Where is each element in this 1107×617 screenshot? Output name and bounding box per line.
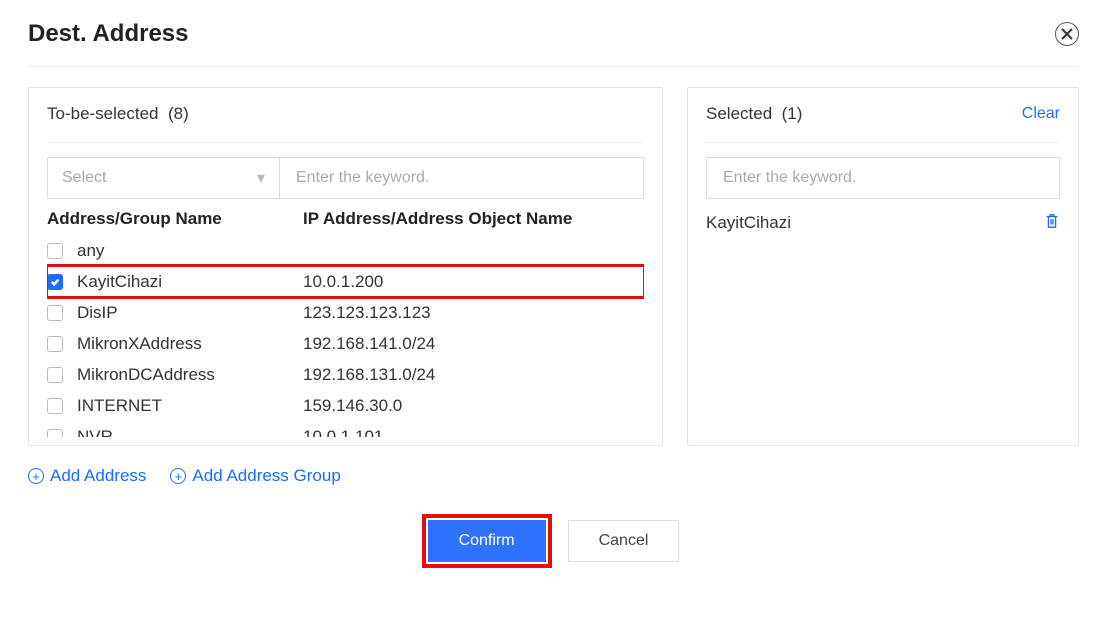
row-checkbox[interactable] — [47, 336, 63, 352]
left-keyword-box[interactable] — [279, 157, 644, 199]
table-row[interactable]: KayitCihazi10.0.1.200 — [47, 266, 644, 297]
checkbox-cell[interactable] — [47, 429, 77, 438]
dest-address-modal: Dest. Address To-be-selected (8) Select … — [0, 0, 1107, 580]
address-list: anyKayitCihazi10.0.1.200DisIP123.123.123… — [47, 235, 644, 437]
table-row[interactable]: INTERNET159.146.30.0 — [47, 390, 644, 421]
row-name: any — [77, 241, 303, 261]
left-column-headers: Address/Group Name IP Address/Address Ob… — [47, 209, 644, 229]
row-ip: 192.168.131.0/24 — [303, 365, 644, 385]
confirm-button[interactable]: Confirm — [428, 520, 546, 562]
add-address-label: Add Address — [50, 466, 146, 486]
col-ip-header: IP Address/Address Object Name — [303, 209, 644, 229]
row-checkbox[interactable] — [47, 243, 63, 259]
row-checkbox[interactable] — [47, 274, 63, 290]
modal-header: Dest. Address — [28, 20, 1079, 67]
close-icon — [1061, 28, 1073, 40]
checkbox-cell[interactable] — [47, 367, 77, 383]
filter-select-placeholder: Select — [62, 169, 106, 187]
modal-footer: Confirm Cancel — [28, 520, 1079, 562]
row-ip: 192.168.141.0/24 — [303, 334, 644, 354]
table-row[interactable]: any — [47, 235, 644, 266]
selected-heading-row: Selected (1) Clear — [706, 104, 1060, 143]
plus-circle-icon: + — [170, 468, 186, 484]
row-name: MikronXAddress — [77, 334, 303, 354]
checkbox-cell[interactable] — [47, 398, 77, 414]
right-filters — [706, 157, 1060, 199]
row-name: MikronDCAddress — [77, 365, 303, 385]
row-name: INTERNET — [77, 396, 303, 416]
checkbox-cell[interactable] — [47, 274, 77, 290]
checkbox-cell[interactable] — [47, 305, 77, 321]
row-name: DisIP — [77, 303, 303, 323]
modal-title: Dest. Address — [28, 20, 189, 48]
clear-button[interactable]: Clear — [1022, 105, 1060, 123]
row-ip: 159.146.30.0 — [303, 396, 644, 416]
row-ip: 10.0.1.101 — [303, 427, 644, 438]
selected-title: Selected (1) — [706, 104, 802, 124]
row-ip: 10.0.1.200 — [303, 272, 644, 292]
to-be-selected-panel: To-be-selected (8) Select ▾ Address/Grou… — [28, 87, 663, 446]
cancel-button[interactable]: Cancel — [568, 520, 680, 562]
selected-item: KayitCihazi — [706, 207, 1060, 239]
left-filters: Select ▾ — [47, 157, 644, 199]
selected-list: KayitCihazi — [706, 207, 1060, 239]
filter-select[interactable]: Select ▾ — [47, 157, 279, 199]
row-ip: 123.123.123.123 — [303, 303, 644, 323]
table-row[interactable]: DisIP123.123.123.123 — [47, 297, 644, 328]
plus-circle-icon: + — [28, 468, 44, 484]
row-checkbox[interactable] — [47, 398, 63, 414]
add-address-button[interactable]: + Add Address — [28, 466, 146, 486]
checkbox-cell[interactable] — [47, 243, 77, 259]
table-row[interactable]: MikronXAddress192.168.141.0/24 — [47, 328, 644, 359]
to-be-selected-heading: To-be-selected (8) — [47, 104, 644, 143]
checkbox-cell[interactable] — [47, 336, 77, 352]
row-name: KayitCihazi — [77, 272, 303, 292]
table-row[interactable]: MikronDCAddress192.168.131.0/24 — [47, 359, 644, 390]
row-checkbox[interactable] — [47, 367, 63, 383]
selected-panel: Selected (1) Clear KayitCihazi — [687, 87, 1079, 446]
row-checkbox[interactable] — [47, 305, 63, 321]
col-name-header: Address/Group Name — [47, 209, 303, 229]
row-checkbox[interactable] — [47, 429, 63, 438]
table-row[interactable]: NVR10.0.1.101 — [47, 421, 644, 437]
row-name: NVR — [77, 427, 303, 438]
to-be-selected-title: To-be-selected (8) — [47, 104, 189, 124]
panels: To-be-selected (8) Select ▾ Address/Grou… — [28, 87, 1079, 446]
chevron-down-icon: ▾ — [257, 168, 265, 188]
right-keyword-box[interactable] — [706, 157, 1060, 199]
selected-item-name: KayitCihazi — [706, 213, 791, 233]
add-address-group-label: Add Address Group — [192, 466, 340, 486]
add-address-group-button[interactable]: + Add Address Group — [170, 466, 340, 486]
close-button[interactable] — [1055, 22, 1079, 46]
trash-icon — [1044, 213, 1060, 229]
right-keyword-input[interactable] — [721, 168, 1045, 188]
add-links-row: + Add Address + Add Address Group — [28, 466, 1079, 486]
address-list-wrap: anyKayitCihazi10.0.1.200DisIP123.123.123… — [47, 235, 644, 437]
left-keyword-input[interactable] — [294, 168, 629, 188]
delete-selected-button[interactable] — [1044, 213, 1060, 234]
